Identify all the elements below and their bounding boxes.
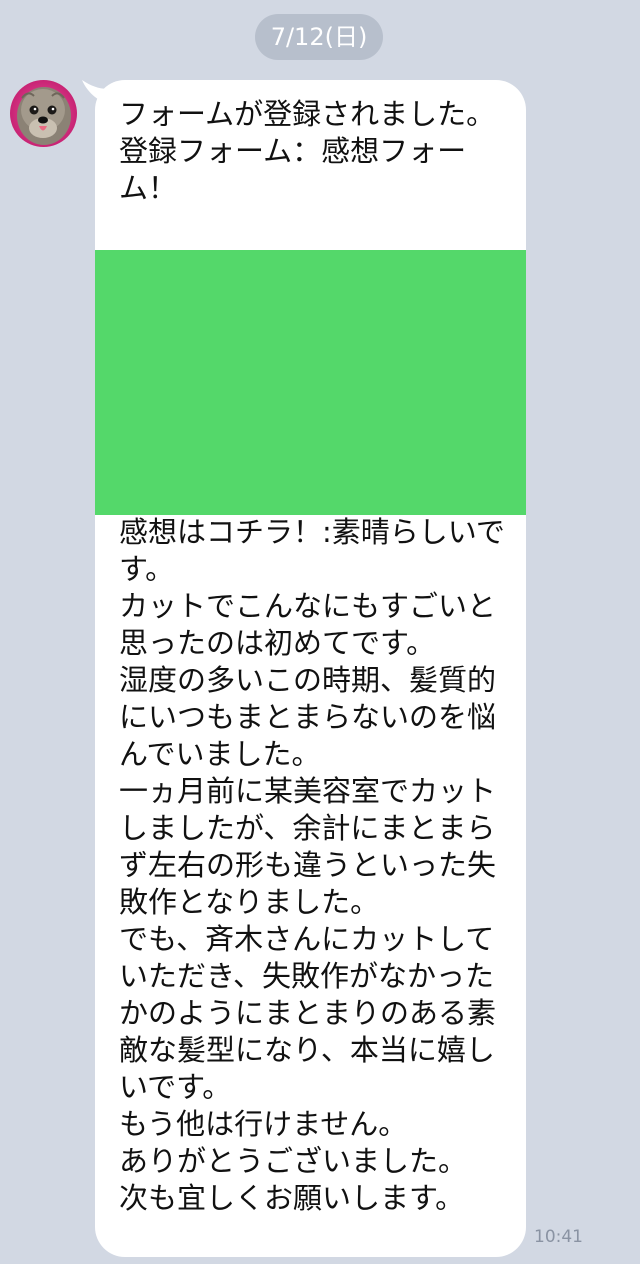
image-placeholder: [95, 250, 526, 515]
message-body-text: 感想はコチラ！:素晴らしいです。 カットでこんなにもすごいと思ったのは初めてです…: [119, 515, 505, 1215]
sender-avatar[interactable]: [10, 80, 77, 147]
message-timestamp: 10:41: [534, 1227, 583, 1247]
dog-avatar-icon: [10, 80, 77, 147]
message-header-text: フォームが登録されました。 登録フォーム：感想フォーム！: [119, 97, 496, 205]
date-separator: 7/12(日): [255, 14, 383, 60]
message-bubble[interactable]: フォームが登録されました。 登録フォーム：感想フォーム！ 感想はコチラ！:素晴ら…: [95, 80, 526, 1257]
